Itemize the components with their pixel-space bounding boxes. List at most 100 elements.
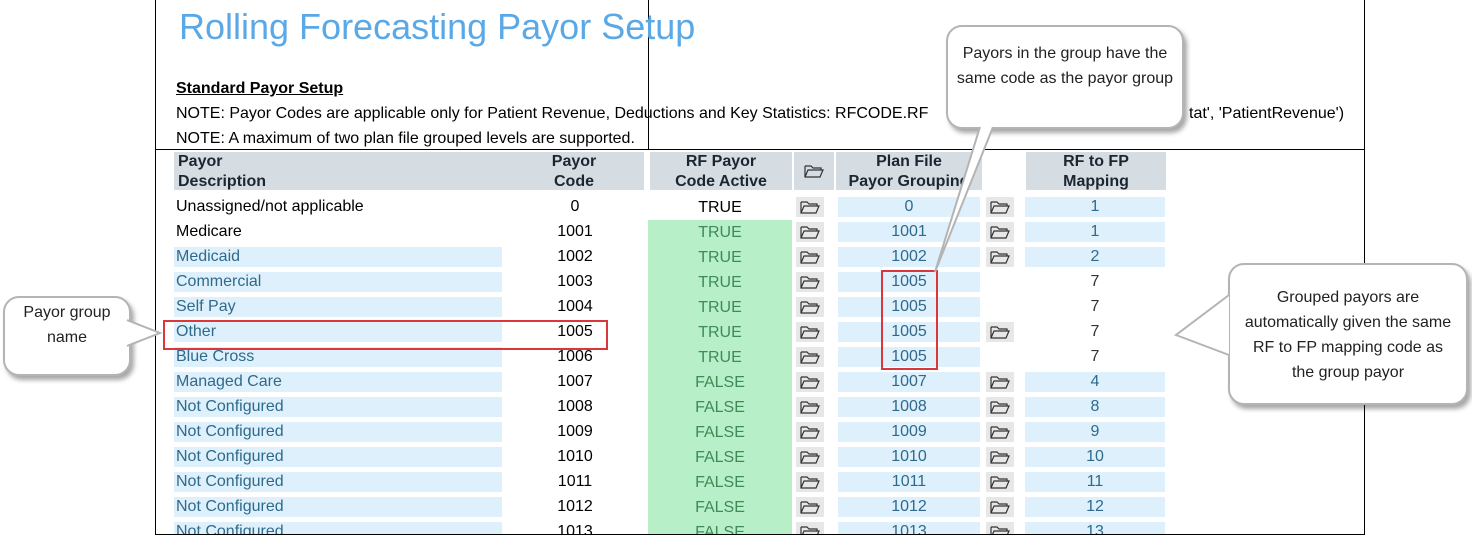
payor-code-cell[interactable]: 1008 — [504, 397, 646, 417]
folder-open-icon — [800, 501, 820, 514]
folder-button[interactable] — [796, 447, 824, 467]
code-active-cell[interactable]: FALSE — [648, 370, 792, 395]
table-row: Not Configured 1013 FALSE 1013 13 — [156, 520, 1364, 534]
folder-button[interactable] — [796, 522, 824, 534]
folder-button[interactable] — [796, 397, 824, 417]
table-row: Managed Care 1007 FALSE 1007 4 — [156, 370, 1364, 395]
rf-to-fp-mapping-cell[interactable]: 2 — [1025, 247, 1165, 267]
folder-open-icon — [800, 251, 820, 264]
folder-button[interactable] — [986, 372, 1014, 392]
header-folder-button[interactable] — [794, 152, 834, 190]
folder-open-icon — [800, 201, 820, 214]
payor-code-cell[interactable]: 1013 — [504, 522, 646, 534]
rf-to-fp-mapping-cell[interactable]: 10 — [1025, 447, 1165, 467]
code-active-cell[interactable]: TRUE — [648, 220, 792, 245]
code-active-cell[interactable]: TRUE — [648, 320, 792, 345]
folder-button[interactable] — [986, 447, 1014, 467]
code-active-cell[interactable]: FALSE — [648, 520, 792, 534]
payor-code-cell[interactable]: 1006 — [504, 347, 646, 367]
note-grouped-levels: NOTE: A maximum of two plan file grouped… — [176, 130, 635, 147]
payor-description-cell[interactable]: Not Configured — [174, 497, 502, 517]
folder-button[interactable] — [986, 422, 1014, 442]
folder-button[interactable] — [796, 347, 824, 367]
folder-button[interactable] — [796, 472, 824, 492]
plan-file-grouping-cell[interactable]: 1013 — [838, 522, 980, 534]
code-active-cell[interactable]: FALSE — [648, 445, 792, 470]
folder-button[interactable] — [796, 272, 824, 292]
rf-to-fp-mapping-cell[interactable]: 8 — [1025, 397, 1165, 417]
table-row: Not Configured 1010 FALSE 1010 10 — [156, 445, 1364, 470]
rf-to-fp-mapping-cell[interactable]: 1 — [1025, 222, 1165, 242]
payor-description-cell[interactable]: Not Configured — [174, 447, 502, 467]
plan-file-grouping-cell[interactable]: 1009 — [838, 422, 980, 442]
folder-button[interactable] — [986, 497, 1014, 517]
payor-code-cell[interactable]: 1004 — [504, 297, 646, 317]
payor-description-cell[interactable]: Unassigned/not applicable — [174, 197, 502, 217]
payor-description-cell[interactable]: Managed Care — [174, 372, 502, 392]
code-active-cell[interactable]: TRUE — [648, 245, 792, 270]
folder-button[interactable] — [796, 497, 824, 517]
folder-button[interactable] — [796, 322, 824, 342]
payor-code-cell[interactable]: 1001 — [504, 222, 646, 242]
folder-open-icon — [990, 451, 1010, 464]
payor-description-cell[interactable]: Self Pay — [174, 297, 502, 317]
payor-code-cell[interactable]: 1002 — [504, 247, 646, 267]
code-active-cell[interactable]: FALSE — [648, 495, 792, 520]
payor-description-cell[interactable]: Medicare — [174, 222, 502, 242]
code-active-cell[interactable]: TRUE — [648, 345, 792, 370]
payor-code-cell[interactable]: 1009 — [504, 422, 646, 442]
rf-to-fp-mapping-cell[interactable]: 7 — [1025, 297, 1165, 317]
plan-file-grouping-cell[interactable]: 1011 — [838, 472, 980, 492]
rf-to-fp-mapping-cell[interactable]: 9 — [1025, 422, 1165, 442]
folder-open-icon — [990, 326, 1010, 339]
folder-button[interactable] — [986, 472, 1014, 492]
rf-to-fp-mapping-cell[interactable]: 7 — [1025, 322, 1165, 342]
payor-description-cell[interactable]: Not Configured — [174, 522, 502, 534]
code-active-cell[interactable]: FALSE — [648, 395, 792, 420]
folder-button[interactable] — [796, 372, 824, 392]
folder-button[interactable] — [796, 222, 824, 242]
folder-button[interactable] — [796, 197, 824, 217]
payor-description-cell[interactable]: Not Configured — [174, 422, 502, 442]
rf-to-fp-mapping-cell[interactable]: 11 — [1025, 472, 1165, 492]
folder-button[interactable] — [796, 422, 824, 442]
folder-open-icon — [990, 476, 1010, 489]
payor-code-cell[interactable]: 1007 — [504, 372, 646, 392]
payor-code-cell[interactable]: 1011 — [504, 472, 646, 492]
payor-description-cell[interactable]: Commercial — [174, 272, 502, 292]
highlight-group-codes — [881, 270, 938, 370]
rf-to-fp-mapping-cell[interactable]: 12 — [1025, 497, 1165, 517]
folder-button[interactable] — [796, 297, 824, 317]
code-active-cell[interactable]: TRUE — [648, 195, 792, 220]
callout-grouped-payors: Grouped payors are automatically given t… — [1228, 263, 1468, 405]
folder-button[interactable] — [796, 247, 824, 267]
code-active-cell[interactable]: FALSE — [648, 470, 792, 495]
plan-file-grouping-cell[interactable]: 1010 — [838, 447, 980, 467]
folder-button[interactable] — [986, 522, 1014, 534]
payor-description-cell[interactable]: Not Configured — [174, 472, 502, 492]
folder-button[interactable] — [986, 322, 1014, 342]
plan-file-grouping-cell[interactable]: 1007 — [838, 372, 980, 392]
payor-code-cell[interactable]: 1012 — [504, 497, 646, 517]
page-title: Rolling Forecasting Payor Setup — [179, 6, 696, 47]
folder-open-icon — [800, 451, 820, 464]
payor-description-cell[interactable]: Not Configured — [174, 397, 502, 417]
rf-to-fp-mapping-cell[interactable]: 1 — [1025, 197, 1165, 217]
rf-to-fp-mapping-cell[interactable]: 7 — [1025, 272, 1165, 292]
rf-to-fp-mapping-cell[interactable]: 4 — [1025, 372, 1165, 392]
plan-file-grouping-cell[interactable]: 1012 — [838, 497, 980, 517]
code-active-cell[interactable]: TRUE — [648, 270, 792, 295]
code-active-cell[interactable]: FALSE — [648, 420, 792, 445]
plan-file-grouping-cell[interactable]: 1008 — [838, 397, 980, 417]
folder-button[interactable] — [986, 397, 1014, 417]
rf-to-fp-mapping-cell[interactable]: 7 — [1025, 347, 1165, 367]
code-active-cell[interactable]: TRUE — [648, 295, 792, 320]
payor-description-cell[interactable]: Medicaid — [174, 247, 502, 267]
payor-code-cell[interactable]: 0 — [504, 197, 646, 217]
payor-code-cell[interactable]: 1010 — [504, 447, 646, 467]
header-rf-to-fp-mapping: RF to FP Mapping — [1026, 152, 1166, 190]
folder-open-icon — [990, 501, 1010, 514]
payor-description-cell[interactable]: Blue Cross — [174, 347, 502, 367]
payor-code-cell[interactable]: 1003 — [504, 272, 646, 292]
rf-to-fp-mapping-cell[interactable]: 13 — [1025, 522, 1165, 534]
